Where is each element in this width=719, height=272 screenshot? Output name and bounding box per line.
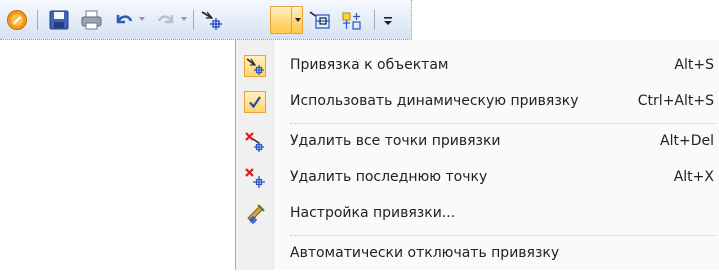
menu-item-shortcut: Alt+S	[674, 57, 714, 73]
dynamic-snap-icon[interactable]	[307, 9, 333, 31]
customize-toolbar-icon[interactable]	[380, 9, 396, 31]
redo-dropdown-icon	[181, 17, 187, 21]
menu-item-shortcut: Alt+Del	[660, 133, 714, 149]
snap-mode-button[interactable]	[270, 6, 303, 34]
menu-item-shortcut: Alt+X	[673, 169, 714, 185]
toolbar-separator	[37, 10, 38, 30]
menu-item-label: Привязка к объектам	[290, 57, 449, 73]
toolbar-separator	[374, 10, 375, 30]
menu-item-label: Автоматически отключать привязку	[290, 245, 560, 261]
snap-dropdown-menu: Привязка к объектам Alt+S Использовать д…	[235, 40, 719, 270]
menu-item-delete-last-point[interactable]: Удалить последнюю точку Alt+X	[236, 160, 719, 196]
snap-settings-icon	[244, 203, 266, 225]
undo-icon[interactable]	[114, 9, 134, 31]
delete-all-points-icon	[244, 131, 266, 153]
menu-item-label: Удалить все точки привязки	[290, 133, 501, 149]
menu-item-snap-settings[interactable]: Настройка привязки...	[236, 196, 719, 232]
object-snap-icon	[244, 55, 266, 77]
menu-item-shortcut: Ctrl+Alt+S	[637, 93, 714, 109]
menu-item-object-snap[interactable]: Привязка к объектам Alt+S	[236, 48, 719, 84]
snap-settings-icon[interactable]	[340, 9, 366, 31]
menu-item-delete-all-points[interactable]: Удалить все точки привязки Alt+Del	[236, 124, 719, 160]
menu-item-label: Удалить последнюю точку	[290, 169, 488, 185]
button-split-line	[291, 7, 292, 33]
office-orb-icon[interactable]	[6, 9, 30, 31]
menu-item-auto-disable-snap[interactable]: Автоматически отключать привязку	[236, 236, 719, 272]
redo-icon	[156, 9, 176, 31]
checkmark-icon	[244, 91, 266, 113]
quick-access-toolbar	[0, 0, 412, 40]
menu-item-dynamic-snap[interactable]: Использовать динамическую привязку Ctrl+…	[236, 84, 719, 120]
undo-dropdown-icon[interactable]	[139, 17, 145, 21]
print-icon[interactable]	[80, 9, 104, 31]
menu-item-label: Использовать динамическую привязку	[290, 93, 579, 109]
object-snap-icon[interactable]	[200, 9, 226, 31]
delete-last-point-icon	[244, 167, 266, 189]
save-icon[interactable]	[48, 9, 70, 31]
menu-item-label: Настройка привязки...	[290, 205, 456, 221]
snap-dropdown-icon[interactable]	[295, 18, 301, 22]
toolbar-separator	[193, 10, 194, 30]
